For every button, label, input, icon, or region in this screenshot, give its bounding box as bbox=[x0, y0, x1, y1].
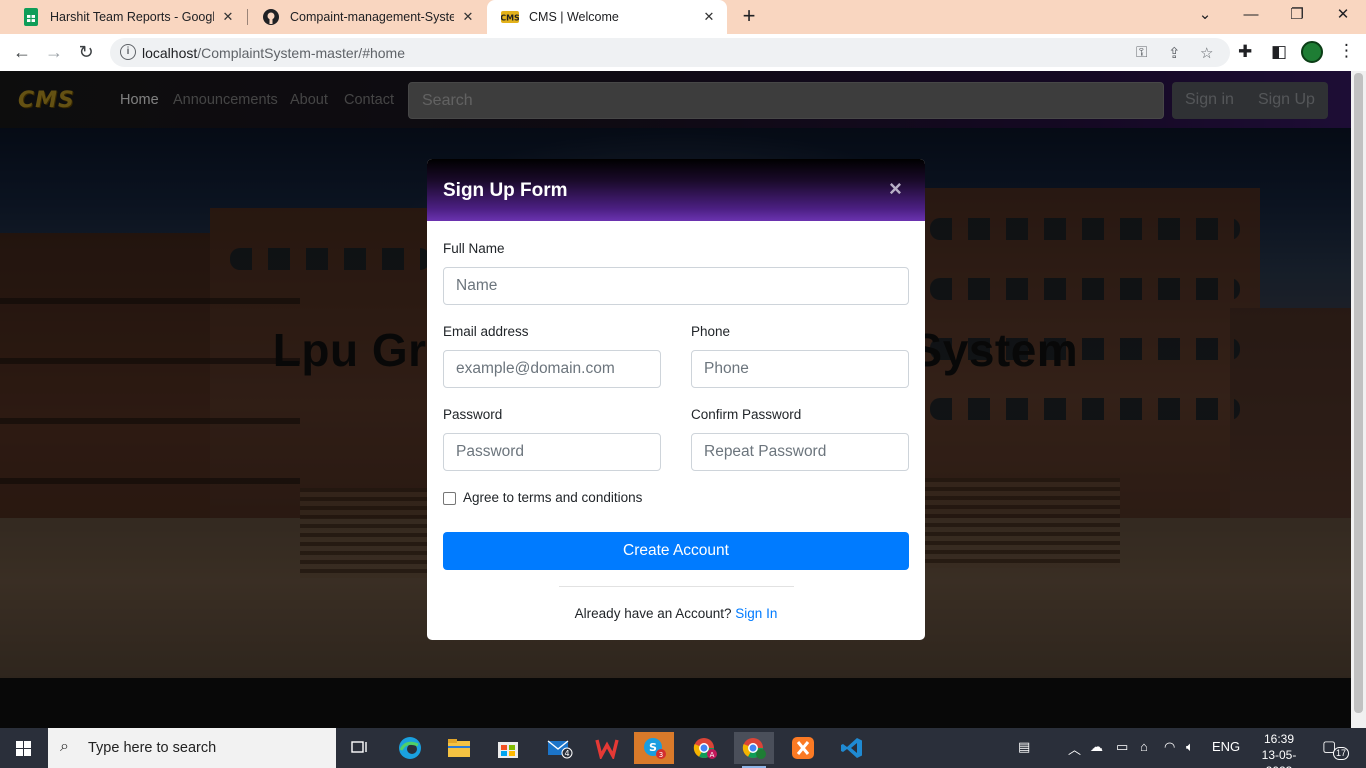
google-sheets-icon bbox=[22, 8, 40, 26]
mail-icon[interactable]: 4 bbox=[540, 732, 580, 764]
svg-text:CMS: CMS bbox=[501, 14, 519, 23]
file-explorer-icon[interactable] bbox=[439, 732, 479, 764]
svg-text:A: A bbox=[710, 751, 715, 759]
modal-title: Sign Up Form bbox=[443, 180, 568, 201]
xampp-icon[interactable] bbox=[783, 732, 823, 764]
chrome-profile-a-icon[interactable]: A bbox=[685, 732, 725, 764]
share-icon[interactable]: ⇪ bbox=[1168, 44, 1181, 62]
microsoft-store-icon[interactable] bbox=[488, 732, 528, 764]
task-view-icon[interactable] bbox=[340, 732, 380, 764]
extensions-puzzle-icon[interactable]: ✚ bbox=[1238, 42, 1252, 62]
volume-icon[interactable]: 🔈︎ bbox=[1186, 739, 1194, 755]
wps-office-icon[interactable] bbox=[587, 732, 627, 764]
site-info-icon[interactable]: i bbox=[120, 44, 136, 60]
tab-search-chevron-icon[interactable]: ⌄ bbox=[1182, 0, 1228, 34]
modal-divider bbox=[559, 586, 794, 587]
battery-icon[interactable]: ▭ bbox=[1116, 739, 1128, 755]
close-icon[interactable]: ✕ bbox=[701, 9, 717, 25]
windows-start-icon[interactable] bbox=[0, 728, 48, 768]
modal-close-icon[interactable]: × bbox=[889, 176, 902, 202]
window-close-button[interactable]: ✕ bbox=[1320, 0, 1366, 34]
email-input[interactable]: example@domain.com bbox=[443, 350, 661, 388]
create-account-button[interactable]: Create Account bbox=[443, 532, 909, 570]
key-icon[interactable]: ⚿ bbox=[1136, 44, 1147, 61]
news-widget-icon[interactable]: ▤ bbox=[1018, 739, 1030, 755]
svg-text:3: 3 bbox=[659, 751, 663, 759]
scrollbar-thumb[interactable] bbox=[1354, 73, 1363, 713]
terms-checkbox[interactable] bbox=[443, 492, 456, 505]
full-name-input[interactable]: Name bbox=[443, 267, 909, 305]
minimize-button[interactable]: — bbox=[1228, 0, 1274, 34]
close-icon[interactable]: ✕ bbox=[460, 9, 476, 25]
windows-taskbar: ⌕ Type here to search 4 S3 A ▤ ︿ ☁ ▭ ⌂ ◠… bbox=[0, 728, 1366, 768]
address-bar[interactable]: i localhost/ComplaintSystem-master/#home… bbox=[110, 38, 1230, 67]
confirm-password-label: Confirm Password bbox=[691, 407, 802, 422]
github-icon bbox=[262, 8, 280, 26]
modal-header: Sign Up Form × bbox=[427, 159, 925, 221]
signin-link[interactable]: Sign In bbox=[735, 606, 777, 621]
new-tab-button[interactable]: + bbox=[736, 4, 762, 30]
profile-avatar[interactable] bbox=[1301, 41, 1323, 63]
email-label: Email address bbox=[443, 324, 529, 339]
browser-tab-sheets[interactable]: Harshit Team Reports - Google Sheets ✕ bbox=[8, 0, 246, 34]
onedrive-cloud-icon[interactable]: ☁ bbox=[1090, 739, 1103, 755]
url-text: localhost/ComplaintSystem-master/#home bbox=[142, 45, 406, 61]
bookmark-star-icon[interactable]: ☆ bbox=[1200, 44, 1213, 62]
close-icon[interactable]: ✕ bbox=[220, 9, 236, 25]
menu-kebab-icon[interactable]: ⋮ bbox=[1338, 41, 1355, 61]
clock-date: 13-05-2023 bbox=[1261, 748, 1297, 768]
taskbar-search-box[interactable]: ⌕ Type here to search bbox=[48, 728, 336, 768]
tab-title: Harshit Team Reports - Google Sheets bbox=[50, 10, 214, 24]
password-input[interactable]: Password bbox=[443, 433, 661, 471]
browser-tab-cms[interactable]: CMS CMS | Welcome ✕ bbox=[487, 0, 727, 34]
vscode-icon[interactable] bbox=[832, 732, 872, 764]
taskbar-clock[interactable]: 16:39 13-05-2023 bbox=[1254, 731, 1304, 768]
side-panel-icon[interactable]: ◧ bbox=[1271, 42, 1287, 62]
confirm-password-input[interactable]: Repeat Password bbox=[691, 433, 909, 471]
language-indicator[interactable]: ENG bbox=[1212, 739, 1240, 754]
wifi-icon[interactable]: ◠ bbox=[1164, 739, 1175, 755]
chrome-browser-icon[interactable] bbox=[734, 732, 774, 768]
password-label: Password bbox=[443, 407, 503, 422]
skype-icon[interactable]: S3 bbox=[634, 732, 674, 764]
svg-text:4: 4 bbox=[564, 749, 569, 758]
cms-favicon: CMS bbox=[501, 8, 519, 26]
terms-label[interactable]: Agree to terms and conditions bbox=[463, 490, 642, 505]
reload-icon[interactable]: ↻ bbox=[72, 38, 100, 66]
signup-modal: Sign Up Form × Full Name Name Email addr… bbox=[427, 159, 925, 640]
browser-tabstrip: Harshit Team Reports - Google Sheets ✕ C… bbox=[0, 0, 1366, 34]
page-scrollbar[interactable] bbox=[1351, 71, 1366, 728]
taskbar-search-placeholder: Type here to search bbox=[88, 740, 217, 756]
restore-button[interactable]: ❐ bbox=[1274, 0, 1320, 34]
forward-arrow-icon[interactable]: → bbox=[40, 38, 68, 66]
search-icon: ⌕ bbox=[60, 738, 69, 755]
clock-time: 16:39 bbox=[1263, 732, 1295, 746]
tab-title: CMS | Welcome bbox=[529, 10, 619, 24]
phone-input[interactable]: Phone bbox=[691, 350, 909, 388]
browser-tab-github[interactable]: Compaint-management-System- ✕ bbox=[248, 0, 486, 34]
chevron-up-icon[interactable]: ︿ bbox=[1068, 739, 1081, 758]
back-arrow-icon[interactable]: ← bbox=[8, 38, 36, 66]
browser-toolbar: ← → ↻ i localhost/ComplaintSystem-master… bbox=[0, 34, 1366, 71]
network-icon[interactable]: ⌂ bbox=[1140, 739, 1148, 754]
tab-title: Compaint-management-System- bbox=[290, 10, 454, 24]
full-name-label: Full Name bbox=[443, 241, 505, 256]
signin-prompt-text: Already have an Account? bbox=[574, 606, 732, 621]
signin-prompt: Already have an Account? Sign In bbox=[427, 606, 925, 621]
edge-browser-icon[interactable] bbox=[390, 732, 430, 764]
phone-label: Phone bbox=[691, 324, 731, 339]
notification-count: 17 bbox=[1333, 747, 1350, 760]
svg-text:S: S bbox=[649, 741, 657, 754]
page-viewport: CMS Home Announcements About Contact Sea… bbox=[0, 71, 1351, 728]
